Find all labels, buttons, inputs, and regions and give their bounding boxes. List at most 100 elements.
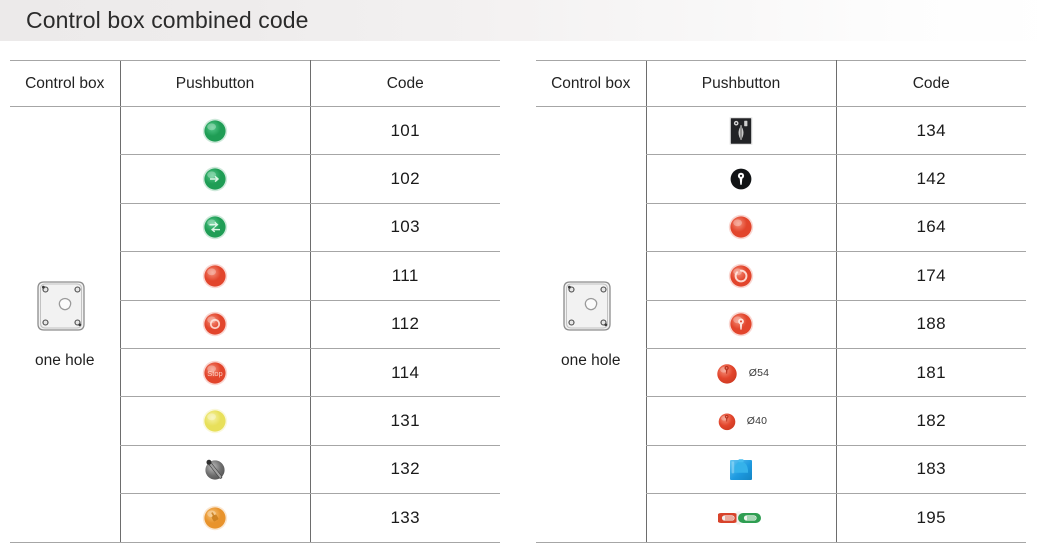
control-box-graphic xyxy=(37,281,85,331)
left-code-table: Control box Pushbutton Code one hole 101… xyxy=(10,60,500,543)
red-round-pushbutton-ring-icon xyxy=(121,309,310,339)
code-cell: 133 xyxy=(310,493,500,543)
diameter-label: Ø40 xyxy=(746,415,768,428)
pushbutton-cell xyxy=(119,444,311,495)
pushbutton-graphic xyxy=(728,312,754,337)
pushbutton-graphic xyxy=(729,116,753,145)
black-square-lever-switch-icon xyxy=(647,115,836,147)
column-header-code: Code xyxy=(836,60,1026,107)
pushbutton-cell: Ø40 xyxy=(645,396,837,446)
code-cell: 182 xyxy=(836,396,1026,446)
code-cell: 102 xyxy=(310,154,500,204)
control-box-cell: one hole xyxy=(10,106,120,543)
pushbutton-graphic xyxy=(202,408,228,434)
code-cell: 183 xyxy=(836,444,1026,495)
code-cell: 132 xyxy=(310,444,500,495)
table-header-row: Control box Pushbutton Code xyxy=(10,60,500,107)
column-header-control-box: Control box xyxy=(10,60,120,107)
pushbutton-cell xyxy=(119,396,311,446)
control-box-caption: one hole xyxy=(35,352,95,370)
pushbutton-graphic xyxy=(717,363,737,384)
pushbutton-cell xyxy=(119,493,311,543)
pushbutton-graphic xyxy=(202,118,228,143)
red-round-pushbutton-plain-icon xyxy=(121,261,310,291)
control-box-caption: one hole xyxy=(561,352,621,370)
pushbutton-graphic xyxy=(202,166,228,192)
pushbutton-graphic xyxy=(730,459,752,481)
pushbutton-graphic xyxy=(202,505,228,531)
code-cell: 114 xyxy=(310,347,500,398)
diameter-label: Ø54 xyxy=(748,366,770,379)
code-cell: 111 xyxy=(310,251,500,301)
code-cell: 174 xyxy=(836,251,1026,301)
column-header-pushbutton: Pushbutton xyxy=(119,60,311,107)
tables-container: Control box Pushbutton Code one hole 101… xyxy=(0,41,1060,551)
pushbutton-cell xyxy=(645,493,837,543)
red-emergency-stop-54-icon: Ø54 xyxy=(647,359,836,387)
control-box-graphic xyxy=(563,281,611,331)
page-title: Control box combined code xyxy=(26,7,309,33)
pushbutton-graphic xyxy=(205,460,225,481)
pushbutton-graphic: Stop xyxy=(202,360,228,385)
pushbutton-cell xyxy=(645,251,837,301)
code-cell: 131 xyxy=(310,396,500,446)
red-mushroom-pushbutton-plain-icon xyxy=(647,212,836,242)
yellow-round-pushbutton-plain-icon xyxy=(121,406,310,436)
pushbutton-cell xyxy=(645,299,837,349)
code-cell: 134 xyxy=(836,105,1026,156)
code-cell: 195 xyxy=(836,493,1026,543)
pushbutton-cell xyxy=(645,105,837,156)
pushbutton-graphic xyxy=(728,263,754,289)
red-round-pushbutton-stop-icon: Stop xyxy=(121,358,310,388)
code-cell: 188 xyxy=(836,299,1026,349)
pushbutton-cell xyxy=(119,251,311,301)
code-cell: 142 xyxy=(836,154,1026,204)
pushbutton-graphic xyxy=(730,168,752,190)
red-mushroom-pushbutton-ring-icon xyxy=(647,261,836,291)
code-cell: 164 xyxy=(836,202,1026,253)
control-box-cell: one hole xyxy=(536,106,646,543)
pushbutton-cell xyxy=(119,154,311,204)
gray-selector-switch-icon xyxy=(121,454,310,484)
pushbutton-cell xyxy=(645,444,837,495)
orange-knob-pushbutton-icon xyxy=(121,503,310,533)
red-emergency-stop-40-icon: Ø40 xyxy=(647,409,836,433)
column-header-pushbutton: Pushbutton xyxy=(645,60,837,107)
pushbutton-cell: Ø54 xyxy=(645,347,837,398)
pushbutton-graphic xyxy=(202,215,228,240)
table-row: one hole 134 xyxy=(536,105,1026,543)
code-cell: 103 xyxy=(310,202,500,253)
table-header-row: Control box Pushbutton Code xyxy=(536,60,1026,107)
right-table-body: one hole 134 142 164 174 188 Ø54 181 Ø40… xyxy=(536,105,1026,543)
code-cell: 101 xyxy=(310,105,500,156)
green-round-pushbutton-plain-icon xyxy=(121,116,310,146)
right-code-table: Control box Pushbutton Code one hole 134… xyxy=(536,60,1026,543)
code-cell: 181 xyxy=(836,347,1026,398)
left-table-body: one hole 101 102 103 111 112 Stop 114 13… xyxy=(10,105,500,543)
pushbutton-cell xyxy=(119,202,311,253)
red-mushroom-key-release-icon xyxy=(647,309,836,339)
table-row: one hole 101 xyxy=(10,105,500,543)
svg-text:Stop: Stop xyxy=(207,369,222,378)
red-green-dual-pushbutton-icon xyxy=(647,505,836,531)
pushbutton-graphic xyxy=(202,263,228,289)
pushbutton-graphic xyxy=(718,413,736,431)
pushbutton-graphic xyxy=(202,312,228,337)
right-table-header: Control box Pushbutton Code xyxy=(536,60,1026,107)
pushbutton-cell xyxy=(645,154,837,204)
pushbutton-cell xyxy=(119,105,311,156)
pushbutton-cell: Stop xyxy=(119,347,311,398)
blue-square-palm-pushbutton-icon xyxy=(647,454,836,484)
left-table-header: Control box Pushbutton Code xyxy=(10,60,500,107)
pushbutton-graphic xyxy=(728,215,754,240)
pushbutton-cell xyxy=(645,202,837,253)
green-round-pushbutton-arrow-icon xyxy=(121,164,310,194)
pushbutton-cell xyxy=(119,299,311,349)
black-key-switch-icon xyxy=(647,164,836,194)
pushbutton-graphic xyxy=(718,511,761,525)
code-cell: 112 xyxy=(310,299,500,349)
green-round-pushbutton-double-arrow-icon xyxy=(121,212,310,242)
column-header-code: Code xyxy=(310,60,500,107)
page-title-bar: Control box combined code xyxy=(0,0,1060,41)
column-header-control-box: Control box xyxy=(536,60,646,107)
